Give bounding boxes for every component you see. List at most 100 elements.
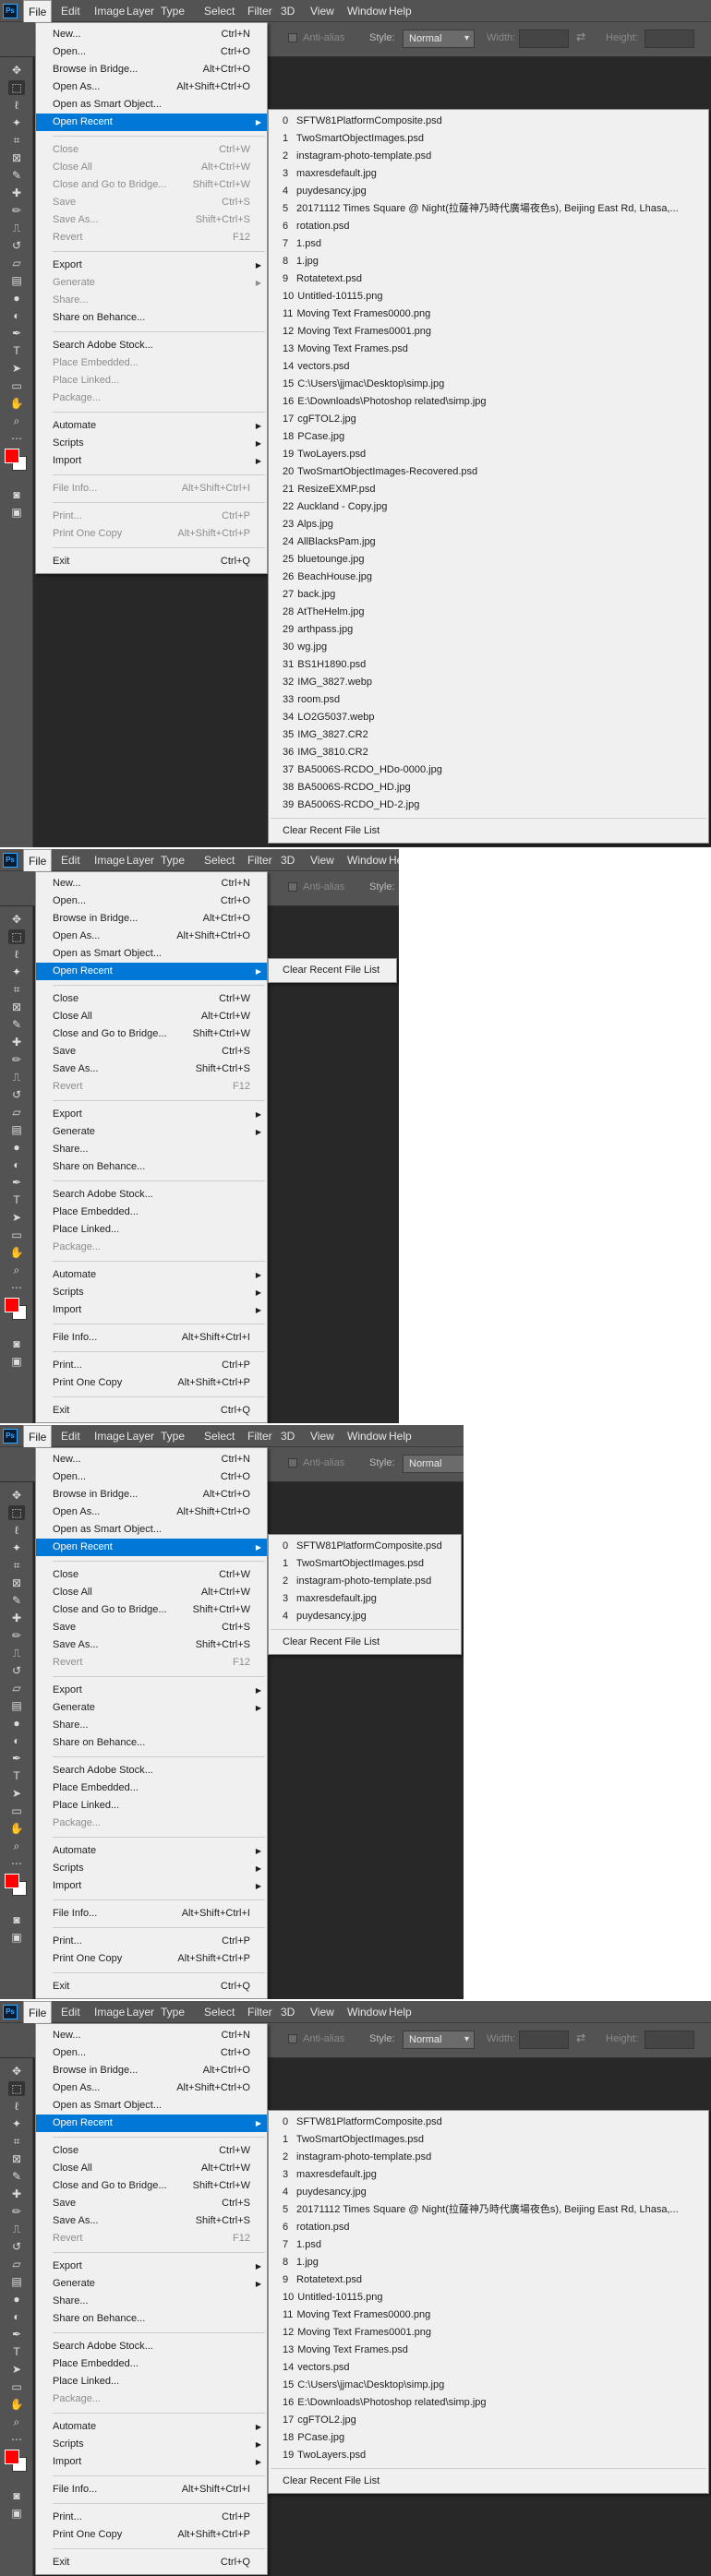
menu-item-open-recent[interactable]: Open Recent ▶ <box>36 1539 267 1556</box>
menu-item-open-as[interactable]: Open As... Alt+Shift+Ctrl+O <box>36 1504 267 1521</box>
recent-file-item[interactable]: 31 BS1H1890.psd <box>269 656 708 674</box>
recent-file-item[interactable]: 2 instagram-photo-template.psd <box>269 2149 708 2166</box>
recent-file-item[interactable]: 11 Moving Text Frames0000.png <box>269 306 708 323</box>
healing-brush-icon[interactable]: ✚ <box>8 1035 25 1049</box>
recent-file-item[interactable]: 10 Untitled-10115.png <box>269 288 708 306</box>
recent-file-item[interactable]: 17 cgFTOL2.jpg <box>269 2412 708 2429</box>
zoom-icon[interactable]: ⌕ <box>8 1839 25 1853</box>
menu-item-exit[interactable]: Exit Ctrl+Q <box>36 2554 267 2571</box>
menu-item-revert[interactable]: Revert F12 <box>36 229 267 246</box>
text-icon[interactable]: T <box>8 2344 25 2359</box>
menu-item-share-on-behance[interactable]: Share on Behance... <box>36 1158 267 1176</box>
magic-wand-icon[interactable]: ✦ <box>8 965 25 979</box>
recent-file-item[interactable]: 20 TwoSmartObjectImages-Recovered.psd <box>269 463 708 481</box>
menu-file[interactable]: File <box>23 849 53 871</box>
menu-item-scripts[interactable]: Scripts ▶ <box>36 1284 267 1301</box>
brush-icon[interactable]: ✏ <box>8 1628 25 1643</box>
recent-file-item[interactable]: 9 Rotatetext.psd <box>269 270 708 288</box>
menu-item-exit[interactable]: Exit Ctrl+Q <box>36 553 267 570</box>
path-selection-icon[interactable]: ➤ <box>8 1210 25 1225</box>
recent-file-item[interactable]: 12 Moving Text Frames0001.png <box>269 323 708 341</box>
menu-item-file-info[interactable]: File Info... Alt+Shift+Ctrl+I <box>36 2481 267 2498</box>
recent-file-item[interactable]: 36 IMG_3810.CR2 <box>269 744 708 761</box>
hand-icon[interactable]: ✋ <box>8 1821 25 1836</box>
menu-item-revert[interactable]: Revert F12 <box>36 2230 267 2247</box>
hand-icon[interactable]: ✋ <box>8 1245 25 1260</box>
brush-icon[interactable]: ✏ <box>8 1052 25 1067</box>
menu-item-automate[interactable]: Automate ▶ <box>36 2418 267 2436</box>
menu-item-place-embedded[interactable]: Place Embedded... <box>36 1204 267 1221</box>
menu-item-close-and-go-to-bridge[interactable]: Close and Go to Bridge... Shift+Ctrl+W <box>36 1025 267 1043</box>
recent-file-item[interactable]: 7 1.psd <box>269 2236 708 2254</box>
height-field[interactable] <box>645 30 694 48</box>
menu-item-print[interactable]: Print... Ctrl+P <box>36 2509 267 2526</box>
menu-select[interactable]: Select <box>199 2001 239 2023</box>
brush-icon[interactable]: ✏ <box>8 2204 25 2219</box>
menu-item-open[interactable]: Open... Ctrl+O <box>36 893 267 910</box>
move-icon[interactable]: ✥ <box>8 912 25 927</box>
foreground-color-swatch[interactable] <box>5 1298 19 1312</box>
recent-file-item[interactable]: 1 TwoSmartObjectImages.psd <box>269 2131 708 2149</box>
recent-file-item[interactable]: 38 BA5006S-RCDO_HD.jpg <box>269 779 708 797</box>
recent-file-item[interactable]: 11 Moving Text Frames0000.png <box>269 2306 708 2324</box>
lasso-icon[interactable]: ℓ <box>8 1523 25 1538</box>
dodge-icon[interactable]: ◐ <box>8 2309 25 2324</box>
recent-file-item[interactable]: 28 AtTheHelm.jpg <box>269 604 708 621</box>
menu-item-package[interactable]: Package... <box>36 389 267 407</box>
recent-file-item[interactable]: 33 room.psd <box>269 691 708 709</box>
menu-item-place-linked[interactable]: Place Linked... <box>36 2373 267 2390</box>
zoom-icon[interactable]: ⌕ <box>8 1263 25 1277</box>
path-selection-icon[interactable]: ➤ <box>8 2362 25 2377</box>
screen-mode-icon[interactable]: ▣ <box>8 505 25 520</box>
menu-item-open-as[interactable]: Open As... Alt+Shift+Ctrl+O <box>36 78 267 96</box>
more-tools-icon[interactable]: ⋯ <box>8 1280 25 1295</box>
menu-item-save[interactable]: Save Ctrl+S <box>36 1043 267 1060</box>
recent-file-item[interactable]: 1 TwoSmartObjectImages.psd <box>269 1555 461 1573</box>
recent-file-item[interactable]: 8 1.jpg <box>269 2254 708 2271</box>
menu-item-file-info[interactable]: File Info... Alt+Shift+Ctrl+I <box>36 480 267 497</box>
menu-item-share[interactable]: Share... <box>36 2293 267 2310</box>
magic-wand-icon[interactable]: ✦ <box>8 2116 25 2131</box>
recent-file-item[interactable]: 13 Moving Text Frames.psd <box>269 2342 708 2359</box>
rectangle-icon[interactable]: ▭ <box>8 378 25 393</box>
menu-item-open-as-smart-object[interactable]: Open as Smart Object... <box>36 945 267 963</box>
gradient-icon[interactable]: ▤ <box>8 2274 25 2289</box>
recent-file-item[interactable]: 26 BeachHouse.jpg <box>269 569 708 586</box>
quick-mask-icon[interactable]: ◙ <box>8 2488 25 2503</box>
recent-file-item[interactable]: 4 puydesancy.jpg <box>269 183 708 200</box>
clone-stamp-icon[interactable]: ⎍ <box>8 1646 25 1660</box>
rectangle-icon[interactable]: ▭ <box>8 1803 25 1818</box>
clone-stamp-icon[interactable]: ⎍ <box>8 2222 25 2236</box>
menu-item-browse-in-bridge[interactable]: Browse in Bridge... Alt+Ctrl+O <box>36 1486 267 1504</box>
frame-icon[interactable]: ⊠ <box>8 1000 25 1014</box>
eyedropper-icon[interactable]: ✎ <box>8 2169 25 2184</box>
recent-file-item[interactable]: 23 Alps.jpg <box>269 516 708 533</box>
history-brush-icon[interactable]: ↺ <box>8 238 25 253</box>
move-icon[interactable]: ✥ <box>8 2064 25 2079</box>
menu-item-export[interactable]: Export ▶ <box>36 1106 267 1123</box>
recent-file-item[interactable]: 0 SFTW81PlatformComposite.psd <box>269 113 708 130</box>
menu-item-open-as[interactable]: Open As... Alt+Shift+Ctrl+O <box>36 2079 267 2097</box>
rectangle-icon[interactable]: ▭ <box>8 2379 25 2394</box>
more-tools-icon[interactable]: ⋯ <box>8 431 25 446</box>
move-icon[interactable]: ✥ <box>8 1488 25 1503</box>
blur-icon[interactable]: ● <box>8 291 25 306</box>
menu-item-print[interactable]: Print... Ctrl+P <box>36 508 267 525</box>
clear-recent-file-list[interactable]: Clear Recent File List <box>269 2473 708 2490</box>
healing-brush-icon[interactable]: ✚ <box>8 2187 25 2201</box>
menu-item-share[interactable]: Share... <box>36 1717 267 1734</box>
recent-file-item[interactable]: 16 E:\Downloads\Photoshop related\simp.j… <box>269 393 708 411</box>
menu-edit[interactable]: Edit <box>56 2001 85 2023</box>
menu-file[interactable]: File <box>23 2001 53 2023</box>
menu-item-save-as[interactable]: Save As... Shift+Ctrl+S <box>36 1636 267 1654</box>
hand-icon[interactable]: ✋ <box>8 2397 25 2412</box>
swap-dimensions-icon[interactable]: ⇄ <box>576 30 585 43</box>
anti-alias-checkbox[interactable] <box>288 882 297 892</box>
blur-icon[interactable]: ● <box>8 1140 25 1155</box>
frame-icon[interactable]: ⊠ <box>8 150 25 165</box>
lasso-icon[interactable]: ℓ <box>8 947 25 962</box>
healing-brush-icon[interactable]: ✚ <box>8 186 25 200</box>
menu-filter[interactable]: Filter <box>243 849 277 871</box>
history-brush-icon[interactable]: ↺ <box>8 2239 25 2254</box>
menu-item-search-adobe-stock[interactable]: Search Adobe Stock... <box>36 1186 267 1204</box>
